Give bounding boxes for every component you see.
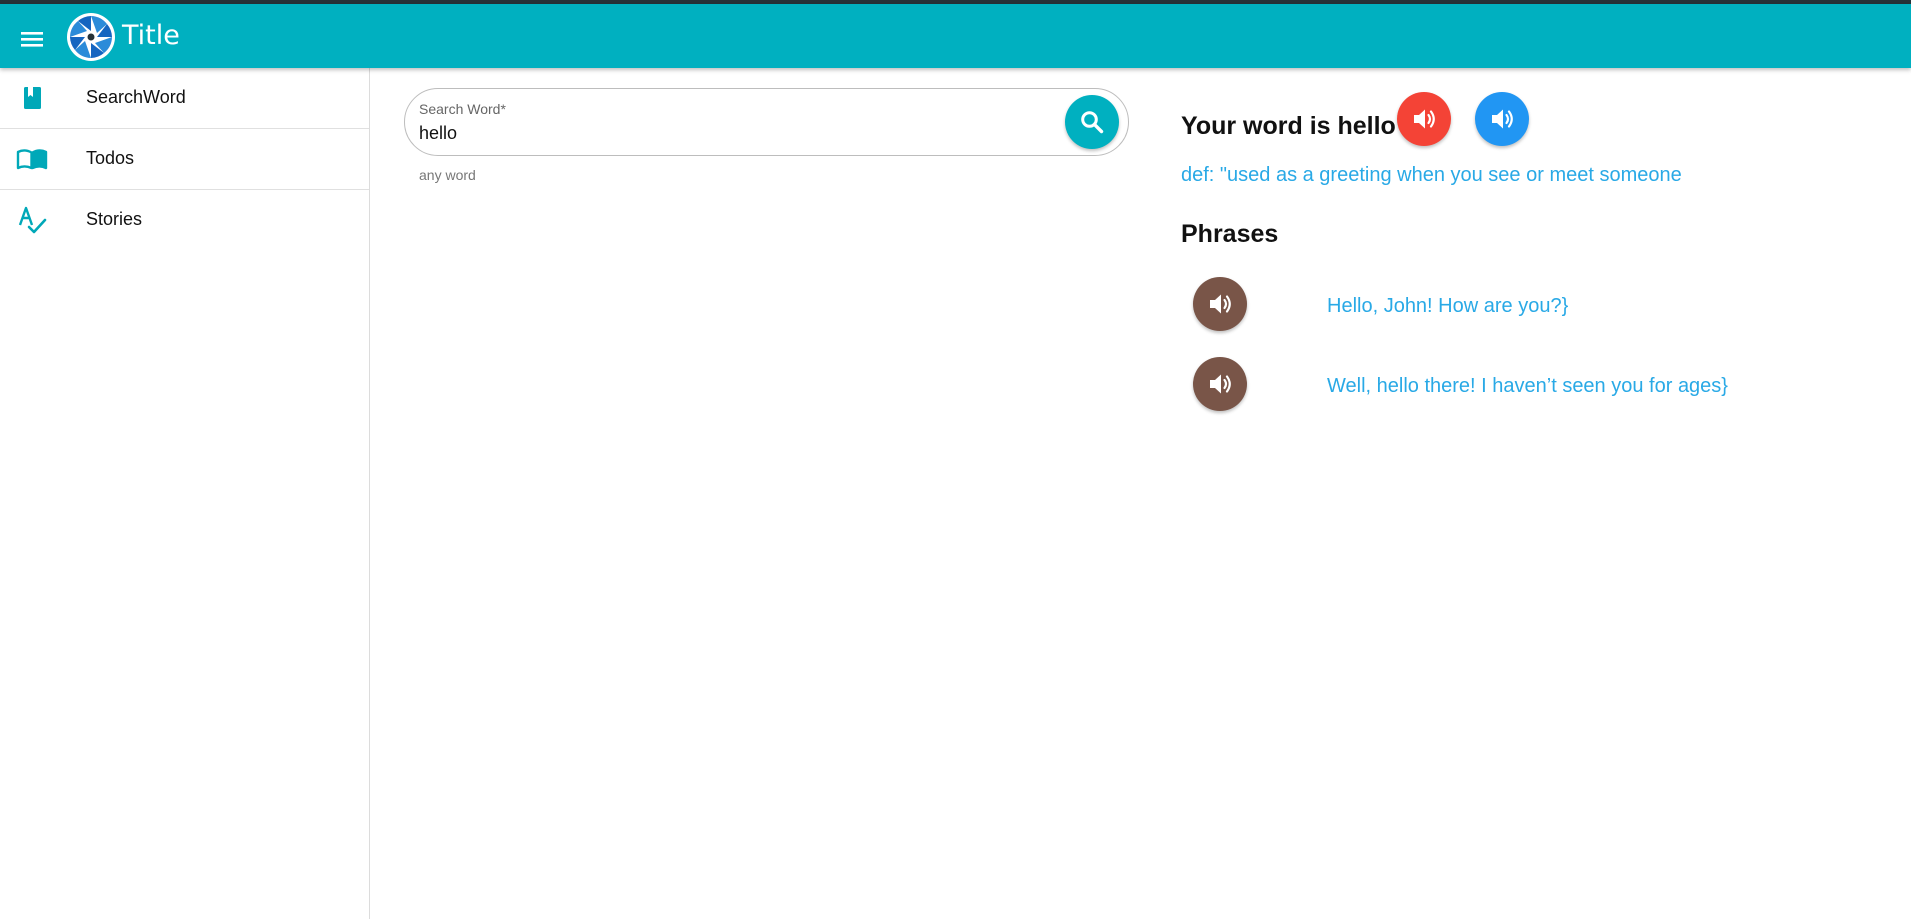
spellcheck-icon [16,204,48,236]
phrase-text: Hello, John! How are you?} [1327,295,1569,317]
volume-icon [1210,374,1231,394]
volume-icon [1414,109,1435,129]
aperture-logo-icon [66,12,116,62]
speak-word-button-blue[interactable] [1475,92,1529,146]
app-title: Title [122,20,180,51]
phrases-heading: Phrases [1181,220,1279,248]
speak-phrase-button[interactable] [1193,357,1247,411]
sidebar-item-label: Todos [86,148,135,168]
search-icon [1081,111,1104,134]
sidebar-item-todos[interactable]: Todos [0,129,369,190]
search-hint: any word [419,167,476,183]
search-field[interactable]: Search Word* [404,88,1129,156]
bookmark-book-icon [16,82,48,114]
sidebar-item-searchword[interactable]: SearchWord [0,68,369,129]
open-book-icon [16,143,48,175]
search-field-label: Search Word* [419,101,506,117]
speak-phrase-button[interactable] [1193,277,1247,331]
volume-icon [1492,109,1513,129]
sidebar-item-label: SearchWord [86,87,186,107]
sidebar: SearchWord Todos Stories [0,68,370,919]
search-input[interactable] [417,121,1021,145]
sidebar-item-label: Stories [86,209,143,229]
search-button[interactable] [1065,95,1119,149]
sidebar-item-stories[interactable]: Stories [0,190,369,250]
speak-word-button-red[interactable] [1397,92,1451,146]
word-heading: Your word is hello [1181,112,1396,140]
volume-icon [1210,294,1231,314]
phrase-text: Well, hello there! I haven’t seen you fo… [1327,375,1728,397]
app-header: Title [0,4,1911,68]
hamburger-menu-icon[interactable] [12,19,52,59]
word-definition: def: "used as a greeting when you see or… [1181,164,1682,186]
